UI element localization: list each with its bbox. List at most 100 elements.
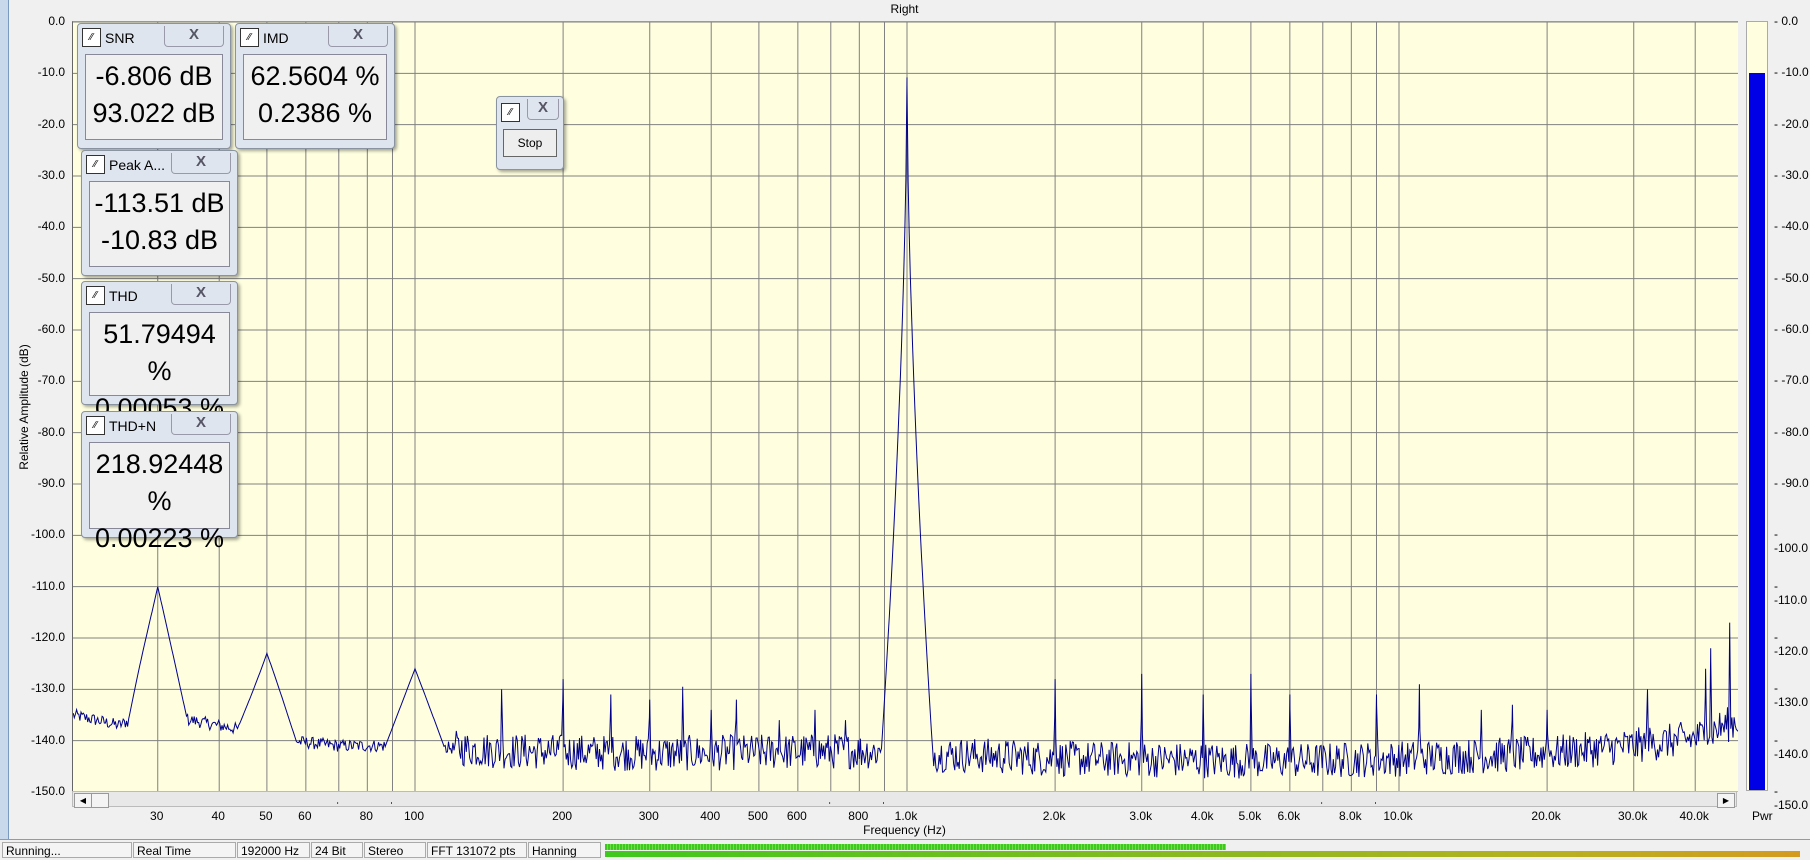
x-tick-label: 500: [748, 809, 768, 823]
x-tick-label: 800: [848, 809, 868, 823]
meter-tick-label: - -110.0: [1774, 579, 1810, 607]
imd-title: IMD: [263, 30, 289, 46]
status-sample-rate: 192000 Hz: [237, 842, 310, 858]
chart-title: Right: [72, 2, 1737, 16]
thd-title: THD: [109, 288, 138, 304]
x-tick-label: 5.0k: [1239, 809, 1262, 823]
meter-tick-label: - -60.0: [1774, 322, 1809, 336]
y-tick-label: -110.0: [15, 579, 65, 593]
imd-close-button[interactable]: X: [328, 26, 388, 47]
x-tick-label: 40.0k: [1680, 809, 1709, 823]
meter-tick-label: - -30.0: [1774, 168, 1809, 182]
status-bit-depth: 24 Bit: [311, 842, 363, 858]
peak-close-button[interactable]: X: [171, 153, 231, 174]
peak-panel[interactable]: ⁄⁄Peak A... X -113.51 dB-10.83 dB: [81, 150, 238, 276]
level-meter-top: [605, 844, 1226, 850]
x-tick-label: 50: [259, 809, 272, 823]
x-tick-label: 400: [700, 809, 720, 823]
x-tick-label: ˈ: [1320, 800, 1324, 814]
y-tick-label: -150.0: [15, 784, 65, 798]
x-tick-label: 60: [298, 809, 311, 823]
power-meter-fill: [1749, 73, 1765, 790]
imd-panel[interactable]: ⁄⁄IMD X 62.5604 %0.2386 %: [235, 23, 395, 149]
x-tick-label: 80: [360, 809, 373, 823]
meter-tick-label: - -130.0: [1774, 681, 1810, 709]
meter-tick-label: - -40.0: [1774, 219, 1809, 233]
thdn-close-button[interactable]: X: [171, 414, 231, 435]
status-channels: Stereo: [364, 842, 426, 858]
imd-value-2: 0.2386 %: [244, 95, 386, 132]
snr-value-1: -6.806 dB: [86, 58, 222, 95]
level-meter-bottom: [605, 851, 1800, 857]
waveform-icon: ⁄⁄: [86, 416, 105, 435]
waveform-icon: ⁄⁄: [82, 28, 101, 47]
x-tick-label: 30: [150, 809, 163, 823]
thd-close-button[interactable]: X: [171, 284, 231, 305]
control-close-button[interactable]: X: [527, 99, 559, 120]
thd-panel[interactable]: ⁄⁄THD X 51.79494 %0.00053 %: [81, 281, 238, 405]
x-tick-label: 4.0k: [1191, 809, 1214, 823]
meter-tick-label: - 0.0: [1774, 14, 1798, 28]
y-tick-label: -120.0: [15, 630, 65, 644]
status-mode: Real Time: [133, 842, 236, 858]
y-tick-label: -70.0: [15, 373, 65, 387]
x-tick-label: 2.0k: [1043, 809, 1066, 823]
y-tick-label: -80.0: [15, 425, 65, 439]
scroll-left-button[interactable]: ◀: [74, 793, 92, 808]
snr-close-button[interactable]: X: [164, 26, 224, 47]
power-meter: [1746, 21, 1768, 791]
horizontal-scrollbar[interactable]: ◀ ▶: [72, 791, 1737, 807]
meter-tick-label: - -50.0: [1774, 271, 1809, 285]
snr-panel[interactable]: ⁄⁄SNR X -6.806 dB93.022 dB: [77, 23, 231, 149]
x-tick-label: 10.0k: [1383, 809, 1412, 823]
thdn-title: THD+N: [109, 418, 156, 434]
peak-title: Peak A...: [109, 157, 165, 173]
waveform-icon: ⁄⁄: [86, 286, 105, 305]
thdn-value-2: 0.00223 %: [90, 520, 229, 557]
y-tick-label: -130.0: [15, 681, 65, 695]
thdn-panel[interactable]: ⁄⁄THD+N X 218.92448 %0.00223 %: [81, 411, 238, 538]
scroll-right-button[interactable]: ▶: [1717, 793, 1735, 808]
meter-tick-label: - -70.0: [1774, 373, 1809, 387]
x-tick-label: ˈ: [389, 800, 393, 814]
y-tick-label: -50.0: [15, 271, 65, 285]
meter-tick-label: - -20.0: [1774, 117, 1809, 131]
meter-tick-label: - -140.0: [1774, 733, 1810, 761]
x-tick-label: 40: [212, 809, 225, 823]
x-tick-label: 1.0k: [895, 809, 918, 823]
y-tick-label: -10.0: [15, 65, 65, 79]
meter-tick-label: - -120.0: [1774, 630, 1810, 658]
x-axis-label: Frequency (Hz): [72, 823, 1737, 837]
waveform-icon: ⁄⁄: [240, 28, 259, 47]
snr-value-2: 93.022 dB: [86, 95, 222, 132]
x-tick-label: 300: [639, 809, 659, 823]
x-tick-label: 100: [404, 809, 424, 823]
y-tick-label: 0.0: [15, 14, 65, 28]
scroll-thumb[interactable]: [91, 793, 109, 808]
x-tick-label: 8.0k: [1339, 809, 1362, 823]
power-meter-label: Pwr: [1752, 809, 1773, 823]
x-tick-label: ˈ: [336, 800, 340, 814]
y-tick-label: -40.0: [15, 219, 65, 233]
peak-value-2: -10.83 dB: [90, 222, 229, 259]
x-tick-label: ˈ: [828, 800, 832, 814]
y-tick-label: -20.0: [15, 117, 65, 131]
x-tick-label: 30.0k: [1618, 809, 1647, 823]
control-panel[interactable]: ⁄⁄ X Stop: [496, 96, 564, 170]
y-tick-label: -140.0: [15, 733, 65, 747]
x-tick-label: 20.0k: [1531, 809, 1560, 823]
imd-value-1: 62.5604 %: [244, 58, 386, 95]
y-axis-label: Relative Amplitude (dB): [17, 327, 31, 487]
stop-button[interactable]: Stop: [503, 129, 557, 157]
meter-tick-label: - -80.0: [1774, 425, 1809, 439]
x-tick-label: ˈ: [881, 800, 885, 814]
window-edge: [0, 0, 9, 859]
status-bar: Running... Real Time 192000 Hz 24 Bit St…: [0, 839, 1810, 860]
meter-tick-label: - -10.0: [1774, 65, 1809, 79]
y-tick-label: -90.0: [15, 476, 65, 490]
waveform-icon: ⁄⁄: [501, 103, 520, 122]
x-tick-label: 600: [787, 809, 807, 823]
meter-tick-label: - -150.0: [1774, 784, 1810, 812]
meter-tick-label: - -100.0: [1774, 527, 1810, 555]
spectrum-line: [73, 77, 1738, 778]
